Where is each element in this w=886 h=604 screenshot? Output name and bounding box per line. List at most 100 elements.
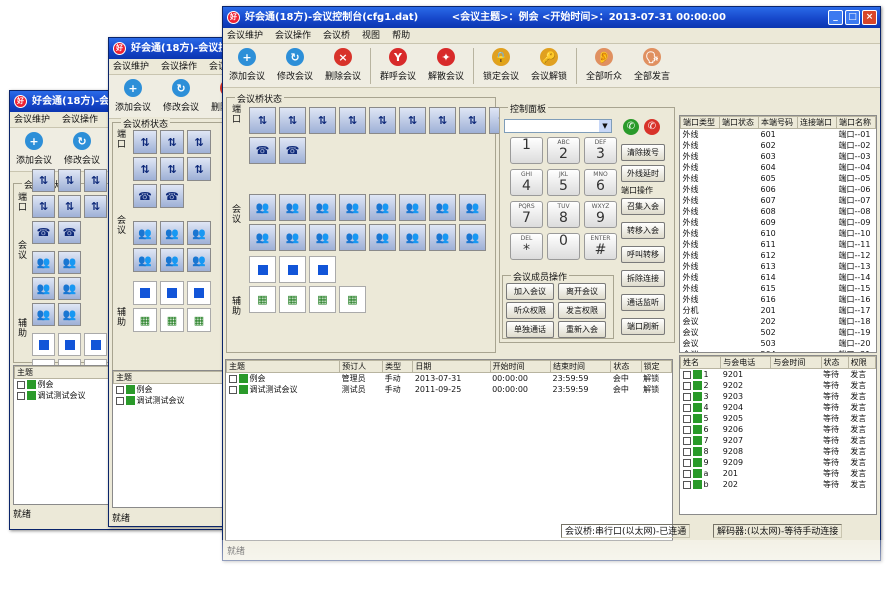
aux-port-button[interactable]: [160, 281, 184, 305]
keypad-key[interactable]: ABC 2: [547, 137, 580, 164]
col-header[interactable]: 日期: [412, 360, 491, 373]
toolbar-button-0[interactable]: + 添加会议: [109, 79, 157, 113]
port-line-button[interactable]: ⇅: [133, 157, 157, 181]
meeting-port-button[interactable]: 👥: [32, 251, 55, 274]
member-op-button-3[interactable]: 发言权限: [558, 302, 606, 319]
toolbar-button-4[interactable]: ✦ 解散会议: [422, 48, 470, 82]
aux-port-button[interactable]: [32, 333, 55, 356]
aux-device-button[interactable]: ▦: [339, 286, 366, 313]
port-op-button-3[interactable]: 拆除连接: [621, 270, 665, 287]
dial-combo[interactable]: ▼: [504, 119, 612, 133]
table-row[interactable]: 1 9201 等待 发言: [681, 369, 876, 381]
row-checkbox[interactable]: [115, 396, 124, 405]
table-row[interactable]: 调试测试会议 测试员 手动 2011-09-25 00:00:00 23:59:59 会中 解…: [227, 384, 672, 395]
table-row[interactable]: 分机 201 端口--17: [681, 305, 876, 316]
keypad-key[interactable]: PQRS 7: [510, 201, 543, 228]
meeting-port-button[interactable]: 👥: [187, 248, 211, 272]
table-row[interactable]: b 202 等待 发言: [681, 479, 876, 490]
aux-port-button[interactable]: [187, 281, 211, 305]
col-header[interactable]: 本端号码: [758, 116, 798, 129]
member-op-button-2[interactable]: 听众权限: [506, 302, 554, 319]
aux-port-button[interactable]: [133, 281, 157, 305]
chevron-down-icon[interactable]: ▼: [599, 120, 611, 132]
table-row[interactable]: 4 9204 等待 发言: [681, 402, 876, 413]
port-op-button-1[interactable]: 转移入会: [621, 222, 665, 239]
keypad-key[interactable]: JKL 5: [547, 169, 580, 196]
col-header[interactable]: 状态: [610, 360, 642, 373]
port-op-button-4[interactable]: 通话监听: [621, 294, 665, 311]
clear-dial-button[interactable]: 清除拨号: [621, 144, 665, 161]
port-phone-button[interactable]: ☎: [133, 184, 157, 208]
port-line-button[interactable]: ⇅: [309, 107, 336, 134]
table-row[interactable]: 7 9207 等待 发言: [681, 435, 876, 446]
toolbar-button-1[interactable]: ↻ 修改会议: [157, 79, 205, 113]
meeting-port-button[interactable]: 👥: [279, 194, 306, 221]
ext-delay-button[interactable]: 外线延时: [621, 165, 665, 182]
meeting-port-button[interactable]: 👥: [58, 303, 81, 326]
menu-item-0[interactable]: 会议维护: [14, 112, 50, 127]
port-line-button[interactable]: ⇅: [459, 107, 486, 134]
table-row[interactable]: a 201 等待 发言: [681, 468, 876, 479]
row-checkbox[interactable]: [682, 447, 691, 456]
table-row[interactable]: 8 9208 等待 发言: [681, 446, 876, 457]
port-line-button[interactable]: ⇅: [187, 157, 211, 181]
hangup-icon[interactable]: ✆: [644, 119, 660, 135]
table-row[interactable]: 6 9206 等待 发言: [681, 424, 876, 435]
table-row[interactable]: 外线 606 端口--06: [681, 184, 876, 195]
table-row[interactable]: 外线 613 端口--13: [681, 261, 876, 272]
meeting-port-button[interactable]: 👥: [429, 224, 456, 251]
row-checkbox[interactable]: [682, 381, 691, 390]
aux-device-button[interactable]: ▦: [309, 286, 336, 313]
meeting-port-button[interactable]: 👥: [187, 221, 211, 245]
meeting-port-button[interactable]: 👥: [279, 224, 306, 251]
meeting-port-button[interactable]: 👥: [339, 194, 366, 221]
port-line-button[interactable]: ⇅: [399, 107, 426, 134]
menu-item-4[interactable]: 帮助: [392, 28, 410, 43]
table-row[interactable]: 2 9202 等待 发言: [681, 380, 876, 391]
row-checkbox[interactable]: [682, 458, 691, 467]
table-row[interactable]: 会议 502 端口--19: [681, 327, 876, 338]
meeting-port-button[interactable]: 👥: [133, 221, 157, 245]
port-line-button[interactable]: ⇅: [58, 195, 81, 218]
table-row[interactable]: 外线 616 端口--16: [681, 294, 876, 305]
col-header[interactable]: 开始时间: [489, 360, 552, 373]
table-row[interactable]: 外线 614 端口--14: [681, 272, 876, 283]
port-phone-button[interactable]: ☎: [58, 221, 81, 244]
table-row[interactable]: 外线 608 端口--08: [681, 206, 876, 217]
maximize-button[interactable]: □: [845, 10, 860, 25]
row-checkbox[interactable]: [115, 385, 124, 394]
table-row[interactable]: 例会 管理员 手动 2013-07-31 00:00:00 23:59:59 会中 解锁: [227, 373, 672, 385]
meeting-port-button[interactable]: 👥: [32, 303, 55, 326]
aux-device-button[interactable]: ▦: [160, 308, 184, 332]
menu-item-0[interactable]: 会议维护: [227, 28, 263, 43]
port-op-button-5[interactable]: 端口刷新: [621, 318, 665, 335]
row-checkbox[interactable]: [16, 380, 25, 389]
row-checkbox[interactable]: [682, 480, 691, 489]
keypad-key[interactable]: MNO 6: [584, 169, 617, 196]
port-line-button[interactable]: ⇅: [187, 130, 211, 154]
toolbar-button-0[interactable]: + 添加会议: [10, 132, 58, 166]
row-checkbox[interactable]: [682, 425, 691, 434]
port-line-button[interactable]: ⇅: [279, 107, 306, 134]
toolbar-button-1[interactable]: ↻ 修改会议: [271, 48, 319, 82]
port-line-button[interactable]: ⇅: [133, 130, 157, 154]
aux-port-button[interactable]: [309, 256, 336, 283]
port-line-button[interactable]: ⇅: [429, 107, 456, 134]
meeting-port-button[interactable]: 👥: [32, 277, 55, 300]
port-op-button-2[interactable]: 呼叫转移: [621, 246, 665, 263]
table-row[interactable]: 外线 602 端口--02: [681, 140, 876, 151]
keypad-key[interactable]: 0: [547, 233, 580, 260]
meeting-port-button[interactable]: 👥: [58, 251, 81, 274]
port-line-button[interactable]: ⇅: [339, 107, 366, 134]
toolbar-button-2[interactable]: × 删除会议: [319, 48, 367, 82]
col-header[interactable]: 姓名: [680, 356, 722, 369]
table-row[interactable]: 会议 202 端口--18: [681, 316, 876, 327]
row-checkbox[interactable]: [682, 414, 691, 423]
port-line-button[interactable]: ⇅: [369, 107, 396, 134]
call-icon[interactable]: ✆: [623, 119, 639, 135]
menu-item-0[interactable]: 会议维护: [113, 59, 149, 74]
col-header[interactable]: 与会时间: [770, 356, 822, 369]
table-row[interactable]: 外线 612 端口--12: [681, 250, 876, 261]
keypad-key[interactable]: ENTER #: [584, 233, 617, 260]
meeting-port-button[interactable]: 👥: [429, 194, 456, 221]
